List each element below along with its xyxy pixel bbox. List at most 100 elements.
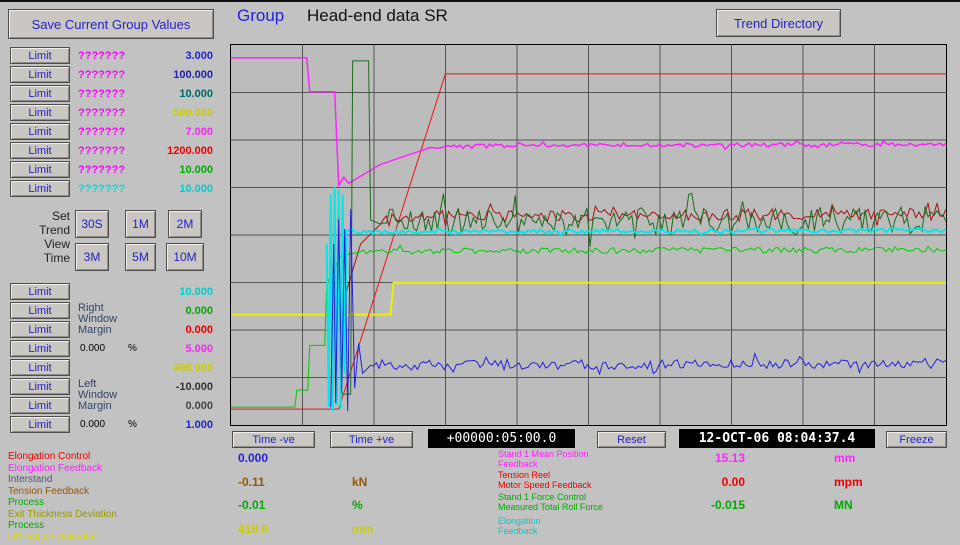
trend-time-1m-button[interactable]: 1M [125,210,156,238]
label-line: Margin [78,401,117,412]
readout-value: -0.015 [655,498,745,512]
readout-unit: kN [352,475,367,489]
legend-item: Exit Thickness Deviation [8,509,117,521]
signal-label: Tension Reel Motor Speed Feedback [498,470,592,490]
trend-plot [231,45,946,425]
limit-button[interactable]: Limit [10,283,70,300]
limit-button[interactable]: Limit [10,416,70,433]
limit-value: 10.000 [179,88,213,100]
limit-row: Limit ??????? 10.000 [0,161,216,179]
readout-value: -0.11 [238,475,265,489]
limit-row: Limit 0.000 % 1.000 [0,416,216,434]
reset-button[interactable]: Reset [597,431,666,448]
limit-row: Limit ??????? 3.000 [0,47,216,65]
limit-channel-placeholder: ??????? [78,183,125,195]
readout-unit: mpm [834,475,863,489]
limit-channel-placeholder: ??????? [78,50,125,62]
limit-channel-placeholder: ??????? [78,164,125,176]
trend-time-2m-button[interactable]: 2M [168,210,202,238]
percent-label: % [128,343,137,354]
save-group-values-button[interactable]: Save Current Group Values [8,9,214,39]
label-line: Stand 1 Mean Position [498,449,589,459]
label-line: Tension Reel [498,470,592,480]
limit-value: -10.000 [176,381,213,393]
limit-button[interactable]: Limit [10,321,70,338]
legend-item: Interstand [8,474,117,486]
time-plus-button[interactable]: Time +ve [330,431,413,448]
label-line: Set [20,209,70,223]
readout-unit: mm [352,522,373,536]
readout-unit: % [352,498,363,512]
readout-value: 0.00 [655,475,745,489]
limit-value: 1.000 [185,419,213,431]
margin-small-value: 0.000 [80,419,105,430]
legend-item: Elongation Control [8,451,117,463]
limit-value: 0.000 [185,400,213,412]
trend-time-3m-button[interactable]: 3M [75,243,109,271]
trend-time-30s-button[interactable]: 30S [75,210,109,238]
limit-row: Limit ??????? 100.000 [0,66,216,84]
limit-value: 0.000 [185,305,213,317]
limit-value: 100.000 [173,69,213,81]
limit-value: 500.000 [173,107,213,119]
limit-button[interactable]: Limit [10,340,70,357]
limit-button[interactable]: Limit [10,161,70,178]
label-line: Motor Speed Feedback [498,480,592,490]
readout-value: 15.13 [655,451,745,465]
limit-button[interactable]: Limit [10,302,70,319]
limit-channel-placeholder: ??????? [78,107,125,119]
limit-row: Limit 10.000 [0,283,216,301]
limit-button[interactable]: Limit [10,104,70,121]
limit-button[interactable]: Limit [10,378,70,395]
label-line: Time [20,251,70,265]
limit-button[interactable]: Limit [10,66,70,83]
limit-button[interactable]: Limit [10,85,70,102]
readout-value: 419.0 [238,522,268,536]
limit-channel-placeholder: ??????? [78,88,125,100]
trend-directory-button[interactable]: Trend Directory [716,9,841,37]
left-window-margin-label: Left Window Margin [78,379,117,412]
limit-button[interactable]: Limit [10,180,70,197]
elapsed-time-display: +00000:05:00.0 [428,429,575,448]
readout-value: 0.000 [238,451,268,465]
right-window-margin-label: Right Window Margin [78,303,117,336]
label-line: Feedback [498,459,589,469]
readout-unit: MN [834,498,853,512]
limit-button[interactable]: Limit [10,397,70,414]
limit-row: Limit ??????? 10.000 [0,85,216,103]
window-top-border [0,0,960,2]
limit-row: Limit 0.000 % 5.000 [0,340,216,358]
legend-item: Process [8,520,117,532]
limit-channel-placeholder: ??????? [78,145,125,157]
percent-label: % [128,419,137,430]
freeze-button[interactable]: Freeze [886,431,947,448]
label-line: Measured Total Roll Force [498,502,603,512]
label-line: Elongation [498,516,541,526]
trend-time-5m-button[interactable]: 5M [125,243,156,271]
limit-channel-placeholder: ??????? [78,126,125,138]
readout-unit: mm [834,451,855,465]
limit-value: 400.000 [173,362,213,374]
limit-row: Limit ??????? 7.000 [0,123,216,141]
trend-application-window: Save Current Group Values Group Head-end… [0,0,960,545]
signal-label: Elongation Feedback [498,516,541,536]
legend-item: Process [8,497,117,509]
time-minus-button[interactable]: Time -ve [232,431,315,448]
limit-button[interactable]: Limit [10,47,70,64]
label-line: Stand 1 Force Control [498,492,603,502]
label-line: Feedback [498,526,541,536]
channel-legend: Elongation Control Elongation Feedback I… [8,451,117,543]
readout-value: -0.01 [238,498,265,512]
set-trend-view-time-label: Set Trend View Time [20,209,70,265]
limit-row: Limit 400.000 [0,359,216,377]
limit-value: 3.000 [185,50,213,62]
label-line: Margin [78,325,117,336]
limit-button[interactable]: Limit [10,123,70,140]
limit-button[interactable]: Limit [10,142,70,159]
limit-button[interactable]: Limit [10,359,70,376]
trend-time-10m-button[interactable]: 10M [166,243,204,271]
limit-channel-placeholder: ??????? [78,69,125,81]
legend-item: Tension Feedback [8,486,117,498]
limit-row: Limit ??????? 500.000 [0,104,216,122]
limit-row: Limit ??????? 1200.000 [0,142,216,160]
